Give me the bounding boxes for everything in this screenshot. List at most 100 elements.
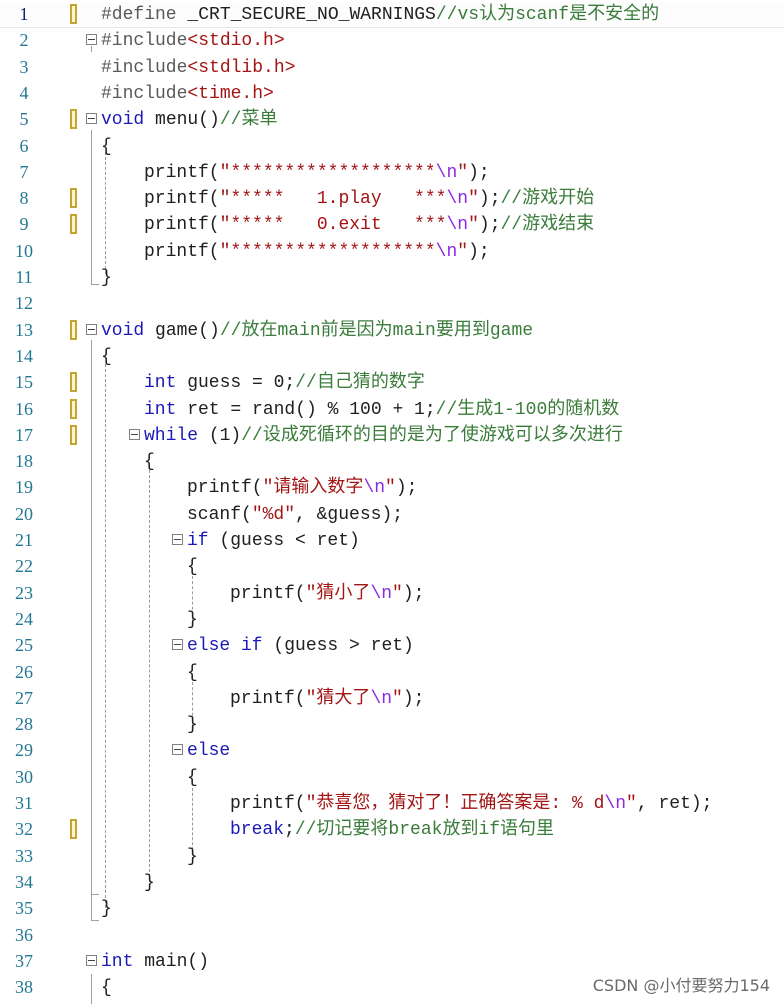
code-line[interactable]: 7 printf("*******************\n"); <box>0 160 784 186</box>
code-token: _CRT_SECURE_NO_WARNINGS <box>187 5 436 25</box>
code-token: } <box>187 846 198 867</box>
code-token: menu() <box>144 110 220 131</box>
code-line[interactable]: 35} <box>0 896 784 922</box>
code-token: printf( <box>187 478 263 499</box>
code-token: //游戏结束 <box>500 215 595 236</box>
line-number: 18 <box>15 451 33 472</box>
code-line[interactable]: 13 void game()//放在main前是因为main要用到game <box>0 318 784 344</box>
code-line[interactable]: 36 <box>0 923 784 949</box>
code-token: "猜大了 <box>305 688 371 709</box>
code-token: printf( <box>230 688 306 709</box>
change-marker <box>70 214 77 235</box>
code-line[interactable]: 19 printf("请输入数字\n"); <box>0 475 784 501</box>
code-line[interactable]: 3 #include<stdlib.h> <box>0 55 784 81</box>
collapse-toggle-icon[interactable] <box>172 639 183 651</box>
code-token: #define <box>101 5 188 25</box>
code-line[interactable]: 4 #include<time.h> <box>0 81 784 107</box>
code-text: printf("*******************\n"); <box>144 240 490 264</box>
code-token: ); <box>478 189 501 210</box>
code-line[interactable]: 11} <box>0 265 784 291</box>
line-number: 1 <box>19 4 29 24</box>
line-number: 29 <box>15 740 33 761</box>
collapse-toggle-icon[interactable] <box>86 113 97 125</box>
code-token: \n <box>370 583 393 604</box>
code-text: { <box>144 450 155 474</box>
code-line[interactable]: 9 printf("***** 0.exit ***\n");//游戏结束 <box>0 212 784 238</box>
code-token: "请输入数字 <box>262 478 364 499</box>
line-number: 24 <box>15 608 33 629</box>
code-line[interactable]: 1 #define _CRT_SECURE_NO_WARNINGS//vs认为sc… <box>0 2 784 28</box>
code-text: #include<stdio.h> <box>101 29 285 53</box>
code-line[interactable]: 25 else if (guess > ret) <box>0 633 784 659</box>
code-token: "%d" <box>251 504 296 525</box>
code-line[interactable]: 34} <box>0 870 784 896</box>
code-text: printf("猜小了\n"); <box>230 582 424 606</box>
code-line[interactable]: 16 int ret = rand() % 100 + 1;//生成1-100的随… <box>0 397 784 423</box>
code-line[interactable]: 21 if (guess < ret) <box>0 528 784 554</box>
code-token: printf( <box>144 189 220 210</box>
code-token: "恭喜您，猜对了！正确答案是: % d <box>305 794 605 814</box>
code-line[interactable]: 8 printf("***** 1.play ***\n");//游戏开始 <box>0 186 784 212</box>
code-text: } <box>101 897 112 921</box>
code-text: printf("恭喜您，猜对了！正确答案是: % d\n", ret); <box>230 792 712 816</box>
code-line[interactable]: 5 void menu()//菜单 <box>0 107 784 133</box>
code-text: if (guess < ret) <box>187 529 360 553</box>
line-number: 17 <box>15 424 33 445</box>
code-line[interactable]: 28} <box>0 712 784 738</box>
code-token: printf( <box>230 583 306 604</box>
code-token: } <box>187 715 198 736</box>
code-line[interactable]: 14 { <box>0 344 784 370</box>
code-token: ); <box>468 241 490 262</box>
code-token: \n <box>363 478 386 499</box>
code-line[interactable]: 2 #include<stdio.h> <box>0 28 784 54</box>
code-token: "猜小了 <box>305 583 371 604</box>
line-number: 12 <box>15 293 33 314</box>
code-line[interactable]: 22 { <box>0 554 784 580</box>
collapse-toggle-icon[interactable] <box>86 323 97 335</box>
code-token: " <box>457 241 469 262</box>
line-number: 6 <box>19 135 29 156</box>
code-line[interactable]: 26 { <box>0 660 784 686</box>
collapse-toggle-icon[interactable] <box>86 954 97 966</box>
code-line[interactable]: 20 scanf("%d", &guess); <box>0 502 784 528</box>
code-editor[interactable]: 1 #define _CRT_SECURE_NO_WARNINGS//vs认为sc… <box>0 0 784 1004</box>
line-number: 33 <box>15 845 33 866</box>
code-line[interactable]: 10 printf("*******************\n"); <box>0 239 784 265</box>
code-line[interactable]: 32 break;//切记要将break放到if语句里 <box>0 817 784 843</box>
collapse-toggle-icon[interactable] <box>86 34 97 46</box>
code-line[interactable]: 29 else <box>0 738 784 764</box>
code-token: #include <box>101 83 188 104</box>
code-token: void <box>101 320 145 341</box>
code-line[interactable]: 6{ <box>0 134 784 160</box>
code-line[interactable]: 30 { <box>0 765 784 791</box>
code-line[interactable]: 18 { <box>0 449 784 475</box>
code-line[interactable]: 37 int main() <box>0 949 784 975</box>
code-text: } <box>187 713 198 737</box>
code-line[interactable]: 12 <box>0 291 784 317</box>
collapse-toggle-icon[interactable] <box>172 534 183 545</box>
line-number: 8 <box>19 188 29 209</box>
code-line[interactable]: 27 printf("猜大了\n"); <box>0 686 784 712</box>
code-text: void game()//放在main前是因为main要用到game <box>101 319 533 343</box>
code-line[interactable]: 23 printf("猜小了\n"); <box>0 581 784 607</box>
code-line[interactable]: 24} <box>0 607 784 633</box>
collapse-toggle-icon[interactable] <box>129 428 140 440</box>
code-token: (1) <box>198 425 242 446</box>
line-number: 25 <box>15 635 33 656</box>
code-line[interactable]: 31 printf("恭喜您，猜对了！正确答案是: % d\n", ret); <box>0 791 784 817</box>
code-text: { <box>101 976 112 1000</box>
code-line[interactable]: 17 while (1)//设成死循环的目的是为了使游戏可以多次进行 <box>0 423 784 449</box>
code-text: printf("*******************\n"); <box>144 161 490 185</box>
csdn-watermark: CSDN @小付要努力154 <box>592 976 770 995</box>
code-token: //设成死循环的目的是为了使游戏可以多次进行 <box>241 425 623 446</box>
code-text: printf("请输入数字\n"); <box>187 476 417 500</box>
code-token: game() <box>144 320 220 341</box>
code-token: printf( <box>144 162 220 183</box>
code-text: break;//切记要将break放到if语句里 <box>230 818 554 842</box>
code-line[interactable]: 33} <box>0 844 784 870</box>
code-token: <stdio.h> <box>187 31 285 52</box>
code-text: #define _CRT_SECURE_NO_WARNINGS//vs认为sca… <box>101 3 659 27</box>
code-token: printf( <box>230 794 306 814</box>
collapse-toggle-icon[interactable] <box>172 744 183 756</box>
code-line[interactable]: 15 int guess = 0;//自己猜的数字 <box>0 370 784 396</box>
